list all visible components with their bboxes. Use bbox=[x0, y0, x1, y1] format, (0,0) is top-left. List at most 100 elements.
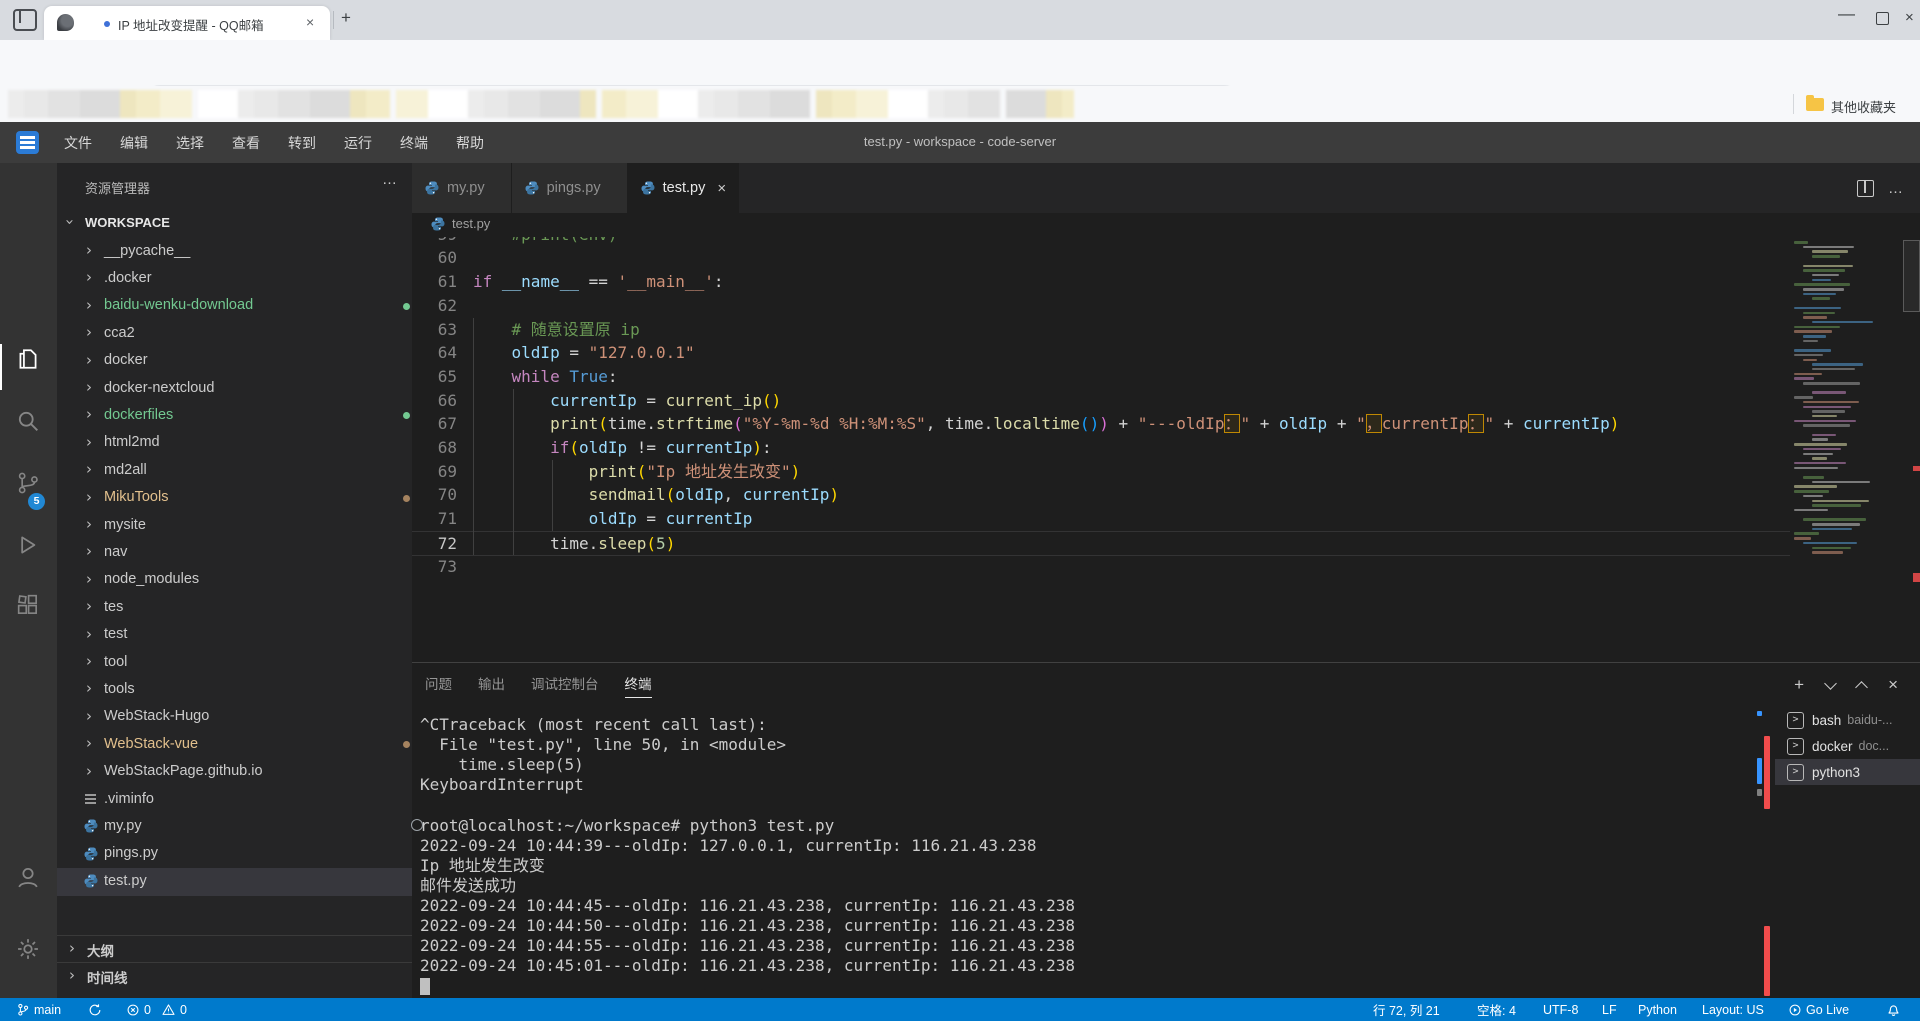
code-line-62[interactable]: 62 bbox=[412, 294, 1790, 318]
menu-选择[interactable]: 选择 bbox=[162, 133, 218, 153]
explorer-item-tool[interactable]: ›tool bbox=[57, 649, 412, 676]
code-line-68[interactable]: 68 if(oldIp != currentIp): bbox=[412, 436, 1790, 460]
panel-tab-调试控制台[interactable]: 调试控制台 bbox=[531, 673, 599, 697]
tab-close-icon[interactable]: × bbox=[717, 180, 726, 197]
code-line-59[interactable]: 59 #print(env) bbox=[412, 237, 1790, 246]
tab-actions-icon[interactable] bbox=[13, 9, 37, 31]
explorer-item-mysite[interactable]: ›mysite bbox=[57, 512, 412, 539]
explorer-item-nav[interactable]: ›nav bbox=[57, 539, 412, 566]
explorer-item-md2all[interactable]: ›md2all bbox=[57, 457, 412, 484]
explorer-item-tools[interactable]: ›tools bbox=[57, 676, 412, 703]
code-line-73[interactable]: 73 bbox=[412, 555, 1790, 579]
explorer-item-.docker[interactable]: ›.docker bbox=[57, 265, 412, 292]
maximize-panel-icon[interactable] bbox=[1855, 681, 1868, 694]
terminal-dropdown-icon[interactable] bbox=[1824, 677, 1837, 690]
explorer-item-html2md[interactable]: ›html2md bbox=[57, 430, 412, 457]
editor-tab-test.py[interactable]: test.py× bbox=[628, 163, 739, 213]
other-favorites-label[interactable]: 其他收藏夹 bbox=[1831, 97, 1896, 116]
panel-tab-终端[interactable]: 终端 bbox=[625, 673, 652, 698]
explorer-item-WebStackPage.github.io[interactable]: ›WebStackPage.github.io bbox=[57, 759, 412, 786]
window-maximize-button[interactable] bbox=[1876, 12, 1889, 25]
go-live-item[interactable]: Go Live bbox=[1788, 998, 1849, 1021]
menu-运行[interactable]: 运行 bbox=[330, 133, 386, 153]
timeline-section[interactable]: › 时间线 bbox=[57, 962, 412, 990]
menu-文件[interactable]: 文件 bbox=[50, 133, 106, 153]
code-line-72[interactable]: 72 time.sleep(5) bbox=[412, 531, 1790, 557]
settings-gear-icon[interactable] bbox=[14, 935, 42, 963]
indent-guide bbox=[552, 460, 553, 531]
workspace-section-header[interactable]: › WORKSPACE bbox=[57, 208, 412, 238]
code-line-70[interactable]: 70 sendmail(oldIp, currentIp) bbox=[412, 483, 1790, 507]
explorer-item-tes[interactable]: ›tes bbox=[57, 594, 412, 621]
explorer-item-__pycache__[interactable]: ›__pycache__ bbox=[57, 238, 412, 265]
explorer-item-docker-nextcloud[interactable]: ›docker-nextcloud bbox=[57, 375, 412, 402]
explorer-item-test.py[interactable]: test.py bbox=[57, 868, 412, 895]
account-icon[interactable] bbox=[14, 863, 42, 891]
browser-tab[interactable]: IP 地址改变提醒 - QQ邮箱 × bbox=[44, 6, 330, 40]
panel-tab-问题[interactable]: 问题 bbox=[425, 673, 452, 697]
window-close-button[interactable]: × bbox=[1905, 9, 1914, 26]
problems-item[interactable]: 0 0 bbox=[126, 998, 187, 1021]
explorer-item-dockerfiles[interactable]: ›dockerfiles bbox=[57, 402, 412, 429]
code-line-67[interactable]: 67 print(time.strftime("%Y-%m-%d %H:%M:%… bbox=[412, 412, 1790, 436]
terminal-instance-docker[interactable]: >dockerdoc... bbox=[1775, 733, 1920, 759]
language-item[interactable]: Python bbox=[1638, 998, 1677, 1021]
eol-item[interactable]: LF bbox=[1602, 998, 1617, 1021]
panel-tab-输出[interactable]: 输出 bbox=[478, 673, 505, 697]
close-panel-icon[interactable]: × bbox=[1888, 677, 1898, 693]
command-decoration-icon[interactable] bbox=[411, 819, 423, 831]
explorer-item-my.py[interactable]: my.py bbox=[57, 813, 412, 840]
menu-转到[interactable]: 转到 bbox=[274, 133, 330, 153]
code-line-60[interactable]: 60 bbox=[412, 246, 1790, 270]
tab-close-icon[interactable]: × bbox=[306, 14, 314, 30]
code-line-61[interactable]: 61if __name__ == '__main__': bbox=[412, 270, 1790, 294]
code-line-65[interactable]: 65 while True: bbox=[412, 365, 1790, 389]
explorer-item-cca2[interactable]: ›cca2 bbox=[57, 320, 412, 347]
new-tab-button[interactable]: + bbox=[341, 8, 351, 28]
explorer-item-WebStack-Hugo[interactable]: ›WebStack-Hugo bbox=[57, 704, 412, 731]
editor-tab-my.py[interactable]: my.py bbox=[412, 163, 512, 213]
explorer-item-pings.py[interactable]: pings.py bbox=[57, 841, 412, 868]
code-line-71[interactable]: 71 oldIp = currentIp bbox=[412, 507, 1790, 531]
explorer-item-test[interactable]: ›test bbox=[57, 622, 412, 649]
explorer-item-.viminfo[interactable]: .viminfo bbox=[57, 786, 412, 813]
minimap[interactable] bbox=[1790, 237, 1902, 662]
code-line-63[interactable]: 63 # 随意设置原 ip bbox=[412, 318, 1790, 342]
indentation-item[interactable]: 空格: 4 bbox=[1477, 998, 1516, 1021]
terminal-instance-python3[interactable]: >python3 bbox=[1775, 759, 1920, 785]
explorer-item-docker[interactable]: ›docker bbox=[57, 348, 412, 375]
explorer-more-icon[interactable]: … bbox=[382, 171, 398, 188]
code-line-66[interactable]: 66 currentIp = current_ip() bbox=[412, 389, 1790, 413]
code-line-64[interactable]: 64 oldIp = "127.0.0.1" bbox=[412, 341, 1790, 365]
menu-帮助[interactable]: 帮助 bbox=[442, 133, 498, 153]
editor-tab-pings.py[interactable]: pings.py bbox=[512, 163, 628, 213]
extensions-icon[interactable] bbox=[14, 591, 42, 619]
explorer-item-WebStack-vue[interactable]: ›WebStack-vue bbox=[57, 731, 412, 758]
code-editor[interactable]: 59 #print(env)6061if __name__ == '__main… bbox=[412, 237, 1920, 662]
explorer-item-baidu-wenku-download[interactable]: ›baidu-wenku-download bbox=[57, 293, 412, 320]
search-icon[interactable] bbox=[14, 407, 42, 435]
explorer-item-node_modules[interactable]: ›node_modules bbox=[57, 567, 412, 594]
git-branch-item[interactable]: main bbox=[16, 998, 61, 1021]
breadcrumb[interactable]: test.py bbox=[412, 213, 1920, 237]
scrollbar-slider[interactable] bbox=[1903, 240, 1920, 312]
explorer-icon[interactable] bbox=[14, 345, 42, 373]
notifications-item[interactable] bbox=[1886, 998, 1901, 1021]
menu-查看[interactable]: 查看 bbox=[218, 133, 274, 153]
window-minimize-button[interactable]: — bbox=[1838, 4, 1855, 24]
encoding-item[interactable]: UTF-8 bbox=[1543, 998, 1578, 1021]
new-terminal-icon[interactable]: + bbox=[1794, 677, 1804, 693]
sync-item[interactable] bbox=[88, 998, 102, 1021]
run-debug-icon[interactable] bbox=[14, 531, 42, 559]
outline-section[interactable]: › 大纲 bbox=[57, 935, 412, 963]
keyboard-layout-item[interactable]: Layout: US bbox=[1702, 998, 1764, 1021]
terminal-instance-bash[interactable]: >bashbaidu-... bbox=[1775, 707, 1920, 733]
menu-编辑[interactable]: 编辑 bbox=[106, 133, 162, 153]
menu-终端[interactable]: 终端 bbox=[386, 133, 442, 153]
split-editor-icon[interactable] bbox=[1857, 180, 1874, 197]
code-line-69[interactable]: 69 print("Ip 地址发生改变") bbox=[412, 460, 1790, 484]
cursor-position-item[interactable]: 行 72, 列 21 bbox=[1373, 998, 1440, 1021]
editor-more-icon[interactable]: … bbox=[1888, 184, 1904, 194]
chevron-right-icon: › bbox=[86, 625, 92, 643]
explorer-item-MikuTools[interactable]: ›MikuTools bbox=[57, 485, 412, 512]
